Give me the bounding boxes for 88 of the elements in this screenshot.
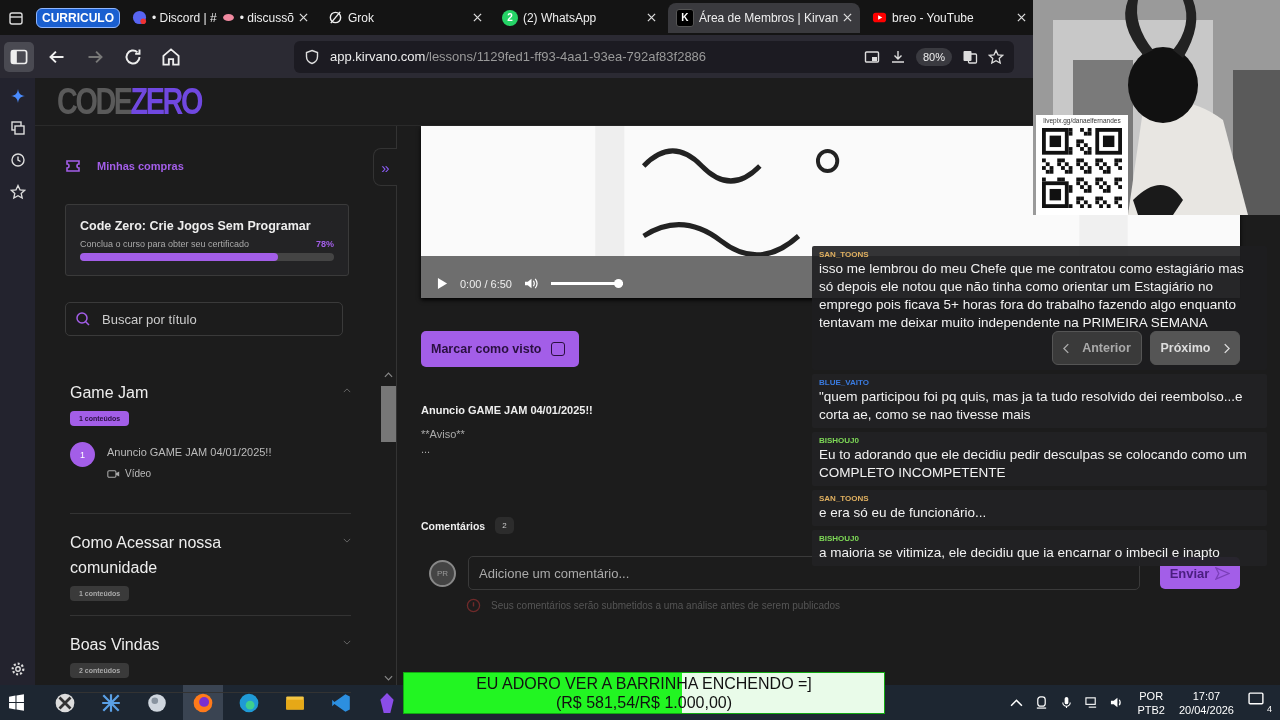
input-language[interactable]: POR bbox=[1139, 688, 1164, 703]
address-bar[interactable]: app.kirvano.com/lessons/1129fed1-ff93-4aa1-93ea-792af83f2886 80% bbox=[294, 40, 1014, 73]
volume-thumb[interactable] bbox=[614, 279, 623, 288]
chat-username: BISHOUJ0 bbox=[819, 436, 859, 445]
user-avatar: PR bbox=[429, 559, 456, 587]
comments-heading: Comentários bbox=[421, 519, 486, 532]
browser-tab[interactable]: 2 (2) WhatsApp bbox=[493, 2, 664, 33]
download-icon[interactable] bbox=[889, 48, 906, 65]
lesson-text: ... bbox=[421, 443, 431, 455]
close-icon[interactable] bbox=[1017, 13, 1027, 22]
ticket-icon bbox=[65, 158, 81, 174]
video-camera-icon bbox=[107, 468, 120, 479]
speaker-icon[interactable] bbox=[1110, 696, 1124, 709]
send-icon bbox=[1215, 566, 1231, 580]
progress-percent: 78% bbox=[316, 239, 334, 249]
volume-icon[interactable] bbox=[524, 277, 539, 290]
chat-username: BISHOUJ0 bbox=[819, 534, 859, 543]
scroll-down-icon[interactable] bbox=[384, 675, 393, 681]
chevron-right-icon bbox=[1222, 342, 1230, 354]
shield-icon bbox=[304, 48, 320, 65]
tabs-icon[interactable] bbox=[9, 120, 26, 136]
slash-circle-icon bbox=[327, 10, 343, 25]
history-icon[interactable] bbox=[9, 152, 26, 168]
browser-tab[interactable]: • Discord | # • discussõ bbox=[124, 2, 316, 33]
chevron-icon[interactable] bbox=[343, 640, 351, 645]
close-icon[interactable] bbox=[843, 13, 853, 22]
chevron-icon[interactable] bbox=[343, 388, 351, 393]
module-title[interactable]: Como Acessar nossa comunidade bbox=[70, 530, 260, 580]
microphone-icon[interactable] bbox=[1060, 696, 1074, 709]
lesson-heading: Anuncio GAME JAM 04/01/2025!! bbox=[421, 404, 593, 416]
lesson-text: **Aviso** bbox=[421, 428, 465, 440]
close-icon[interactable] bbox=[298, 13, 308, 22]
keyboard-layout[interactable]: PTB2 bbox=[1137, 702, 1165, 717]
translate-icon[interactable] bbox=[962, 48, 978, 65]
browser-tab[interactable]: K Área de Membros | Kirvan bbox=[667, 2, 861, 33]
tab-group-chip[interactable]: CURRICULO bbox=[36, 7, 120, 28]
scroll-thumb[interactable] bbox=[381, 386, 396, 442]
search-icon bbox=[75, 311, 91, 327]
video-time: 0:00 / 6:50 bbox=[460, 277, 512, 290]
lesson-type: Vídeo bbox=[125, 468, 152, 479]
clock-date[interactable]: 20/04/2026 bbox=[1178, 702, 1234, 717]
camera-icon[interactable] bbox=[1035, 696, 1049, 709]
module-title[interactable]: Boas Vindas bbox=[70, 632, 260, 657]
chat-message: e era só eu de funcionário... bbox=[819, 504, 988, 522]
chat-username: SAN_TOONS bbox=[819, 250, 869, 259]
chevron-icon[interactable] bbox=[343, 538, 351, 543]
clock-time[interactable]: 17:07 bbox=[1192, 688, 1221, 703]
close-icon[interactable] bbox=[646, 13, 656, 22]
comment-count-badge: 2 bbox=[495, 517, 514, 534]
course-title: Code Zero: Crie Jogos Sem Programar bbox=[80, 219, 312, 233]
play-icon[interactable] bbox=[437, 277, 448, 290]
close-icon[interactable] bbox=[472, 13, 482, 22]
checkbox[interactable] bbox=[551, 342, 566, 356]
purchases-link[interactable]: Minhas compras bbox=[97, 160, 184, 172]
browser-icon[interactable] bbox=[183, 685, 223, 720]
picture-in-picture-icon[interactable] bbox=[863, 48, 880, 65]
chat-message: isso me lembrou do meu Chefe que me contratou como estagiário mas só depois ele notou que não tinha como orientar um Estagiário no emprego pois ficava 5+ horas fora do trabalho fazendo algo enquanto tentavam me deixar muito independente na PRIMEIRA SEMANA bbox=[819, 260, 1245, 332]
next-button[interactable]: Próximo bbox=[1150, 331, 1240, 365]
chat-message: Eu to adorando que ele decidiu pedir desculpas se colocando como um COMPLETO INCOMPETENTE bbox=[819, 446, 1248, 482]
volume-slider[interactable] bbox=[551, 279, 623, 288]
chat-username: SAN_TOONS bbox=[819, 494, 869, 503]
network-icon[interactable] bbox=[1085, 696, 1099, 709]
star-icon[interactable] bbox=[9, 184, 26, 200]
mark-seen-button[interactable]: Marcar como visto bbox=[421, 331, 580, 367]
url-text: app.kirvano.com/lessons/1129fed1-ff93-4aa1-93ea-792af83f2886 bbox=[330, 49, 707, 64]
course-subtitle: Conclua o curso para obter seu certificado bbox=[80, 239, 250, 249]
lesson-link[interactable]: Anuncio GAME JAM 04/01/2025!! bbox=[107, 446, 272, 458]
windows-icon[interactable] bbox=[8, 694, 25, 711]
site-logo: K bbox=[675, 8, 694, 27]
search-field[interactable]: Buscar por título bbox=[65, 302, 343, 336]
browser-tab[interactable]: Grok bbox=[319, 2, 490, 33]
sidebar-toggle-icon[interactable] bbox=[4, 41, 34, 72]
module-title[interactable]: Game Jam bbox=[70, 380, 260, 405]
caret-icon[interactable] bbox=[1010, 696, 1024, 709]
star-icon[interactable] bbox=[988, 48, 1004, 65]
whatsapp-badge: 2 bbox=[501, 9, 518, 26]
lesson-number: 1 bbox=[70, 442, 95, 467]
scroll-up-icon[interactable] bbox=[384, 372, 393, 378]
chat-message: "quem participou foi pq quis, mas ja ta tudo resolvido dei reembolso...e corta ae, como se nao tivesse mais bbox=[819, 388, 1244, 424]
tab-list-icon[interactable] bbox=[8, 9, 24, 26]
emoji-icon bbox=[221, 13, 235, 22]
chevron-left-icon bbox=[1063, 342, 1071, 354]
collapse-button[interactable]: » bbox=[373, 148, 397, 186]
info-icon bbox=[466, 598, 481, 613]
zoom-level[interactable]: 80% bbox=[915, 47, 952, 66]
chat-username: BLUE_VAITO bbox=[819, 378, 869, 387]
notification-button[interactable]: 4 bbox=[1248, 691, 1272, 714]
settings-icon[interactable] bbox=[9, 661, 26, 677]
